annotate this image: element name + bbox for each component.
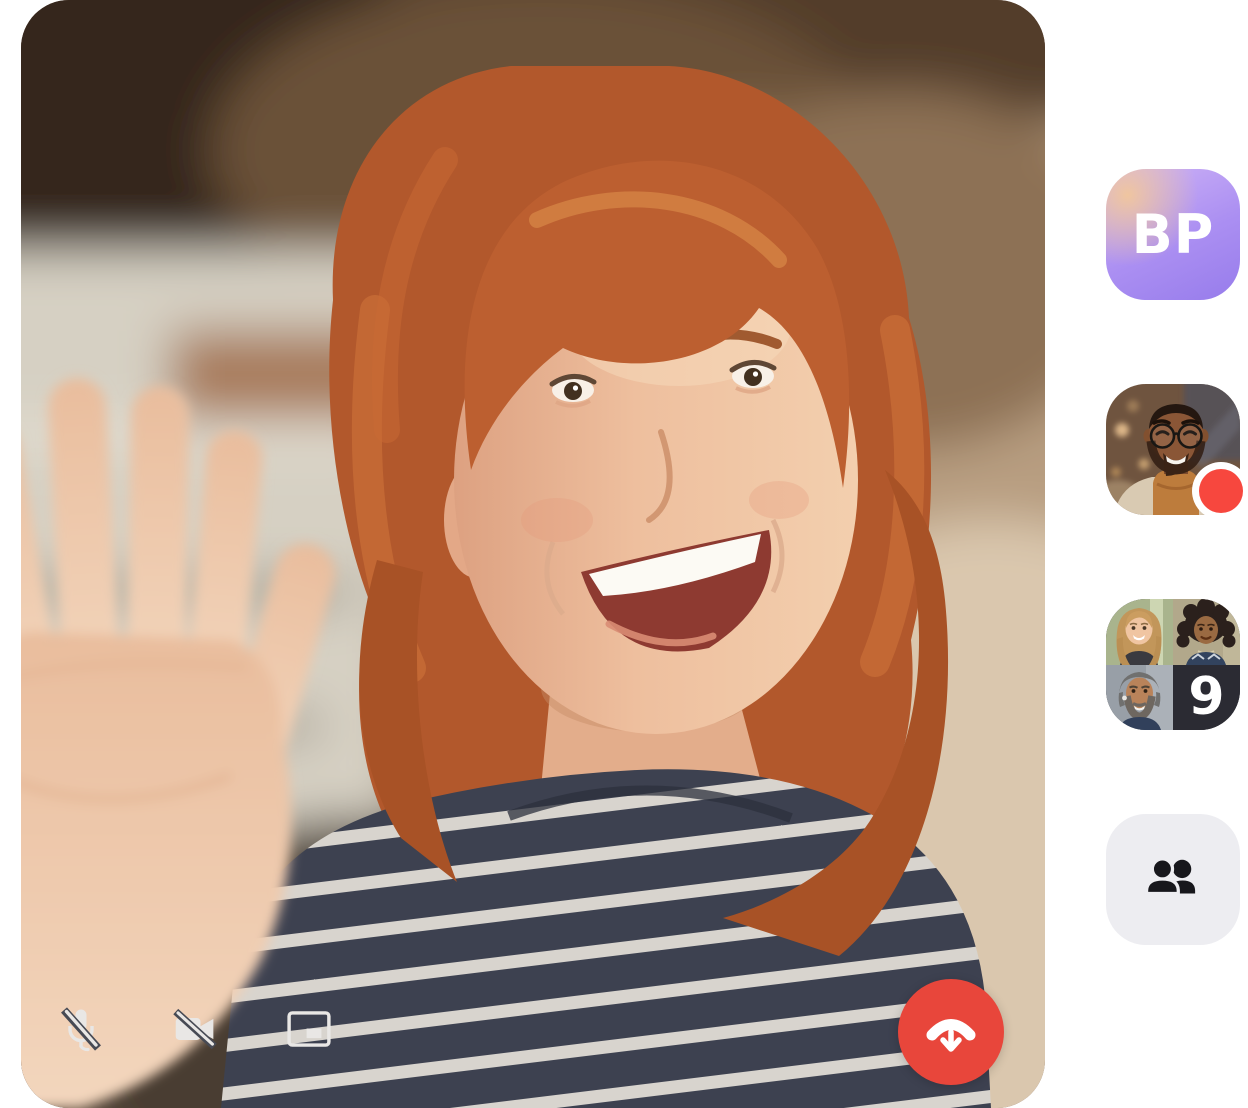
mic-off-icon — [59, 1006, 103, 1052]
main-video-tile — [21, 0, 1045, 1108]
remote-video-feed — [21, 0, 1045, 1108]
group-overflow-count: 9 — [1173, 665, 1240, 731]
end-call-icon — [923, 1004, 979, 1060]
workspace-avatar-bp[interactable]: BP — [1106, 169, 1240, 300]
camera-toggle-button[interactable] — [173, 1006, 217, 1052]
call-sidebar: BP — [1106, 0, 1240, 1108]
camera-off-icon — [173, 1008, 217, 1050]
group-overflow-count-label: 9 — [1188, 671, 1224, 723]
recording-badge-dot — [1199, 469, 1243, 513]
call-controls — [59, 1006, 331, 1052]
workspace-initials: BP — [1132, 208, 1215, 262]
group-member-photo — [1106, 599, 1173, 665]
pip-button[interactable] — [287, 1006, 331, 1052]
contacts-button[interactable] — [1106, 814, 1240, 945]
video-call-screen: BP — [0, 0, 1248, 1108]
group-member-photo — [1106, 665, 1173, 731]
group-avatar[interactable]: 9 — [1106, 599, 1240, 730]
end-call-button[interactable] — [898, 979, 1004, 1085]
contact-avatar[interactable] — [1106, 384, 1240, 515]
people-icon — [1142, 855, 1204, 905]
recording-badge — [1192, 462, 1248, 520]
picture-in-picture-icon — [287, 1010, 331, 1048]
mute-button[interactable] — [59, 1006, 103, 1052]
group-member-photo — [1173, 599, 1240, 665]
